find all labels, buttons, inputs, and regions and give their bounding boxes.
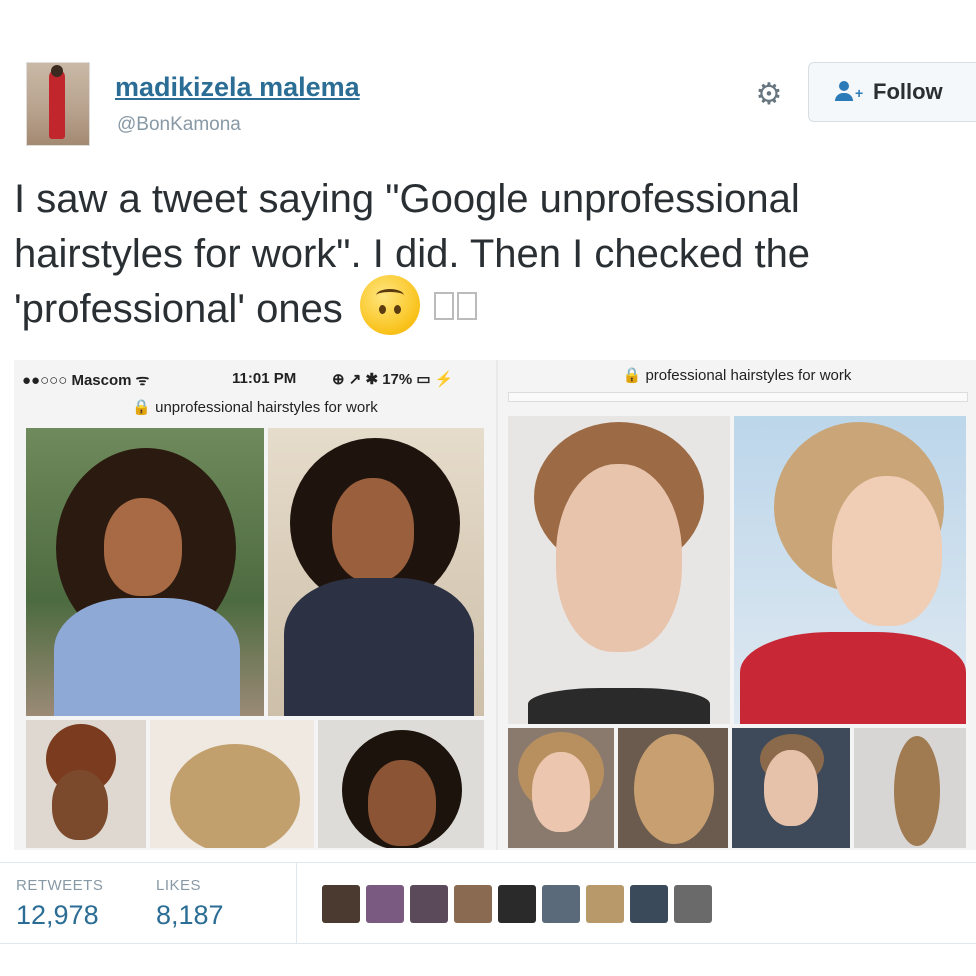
tweet-stats: RETWEETS 12,978 LIKES 8,187 (0, 862, 976, 944)
photo-updo-side (26, 720, 146, 848)
photo-ponytail (854, 728, 966, 848)
photo-runway-sleek (732, 728, 850, 848)
user-name[interactable]: madikizela malema (115, 72, 360, 103)
likes-label: LIKES (156, 877, 202, 894)
liker-avatar[interactable] (454, 885, 492, 923)
liker-avatars (322, 885, 712, 923)
missing-glyph-icon (431, 280, 478, 335)
tweet-media[interactable]: ●●○○○ Mascom ᯤ 11:01 PM ⊕ ↗ ✱ 17% ▭ ⚡ 🔒 … (14, 360, 976, 850)
retweets-count: 12,978 (16, 900, 99, 930)
retweets-stat[interactable]: RETWEETS 12,978 (16, 877, 103, 931)
stats-divider (296, 863, 297, 943)
liker-avatar[interactable] (498, 885, 536, 923)
follow-button[interactable]: + Follow (808, 62, 976, 122)
liker-avatar[interactable] (322, 885, 360, 923)
carrier-text: ●●○○○ Mascom ᯤ (22, 372, 150, 389)
status-time: 11:01 PM (232, 370, 297, 387)
likes-count: 8,187 (156, 900, 224, 930)
search-url-unprofessional: 🔒 unprofessional hairstyles for work (132, 399, 378, 416)
photo-woman-curly-hair-1 (26, 428, 264, 716)
screenshot-professional: 🔒 professional hairstyles for work (498, 360, 976, 850)
likes-stat[interactable]: LIKES 8,187 (156, 877, 224, 931)
liker-avatar[interactable] (586, 885, 624, 923)
retweets-label: RETWEETS (16, 877, 104, 894)
avatar-head (51, 65, 63, 77)
photo-blonde-textured-hair (150, 720, 314, 848)
photo-smiling-blonde (508, 728, 614, 848)
follow-person-icon: + (835, 81, 865, 103)
photo-woman-curly-hair-2 (268, 428, 484, 716)
photo-woman-curly-hair-3 (318, 720, 484, 848)
user-handle[interactable]: @BonKamona (117, 114, 241, 136)
status-icons: ⊕ ↗ ✱ 17% ▭ ⚡ (332, 371, 454, 388)
photo-french-twist (618, 728, 728, 848)
upside-down-face-icon (359, 275, 420, 336)
avatar-figure (49, 69, 65, 139)
liker-avatar[interactable] (410, 885, 448, 923)
photo-braided-crown (508, 416, 730, 724)
liker-avatar[interactable] (366, 885, 404, 923)
phone-status-bar: ●●○○○ Mascom ᯤ 11:01 PM ⊕ ↗ ✱ 17% ▭ ⚡ (14, 370, 496, 390)
tweet-text-container: I saw a tweet saying "Google unprofessio… (14, 172, 964, 337)
liker-avatar[interactable] (674, 885, 712, 923)
address-bar (508, 392, 968, 402)
photo-blonde-side-bun (734, 416, 966, 724)
liker-avatar[interactable] (542, 885, 580, 923)
search-url-professional: 🔒 professional hairstyles for work (622, 367, 852, 384)
screenshot-unprofessional: ●●○○○ Mascom ᯤ 11:01 PM ⊕ ↗ ✱ 17% ▭ ⚡ 🔒 … (14, 360, 496, 850)
liker-avatar[interactable] (630, 885, 668, 923)
follow-label: Follow (873, 79, 943, 104)
gear-icon[interactable]: ⚙ (752, 78, 786, 112)
avatar[interactable] (26, 62, 90, 146)
